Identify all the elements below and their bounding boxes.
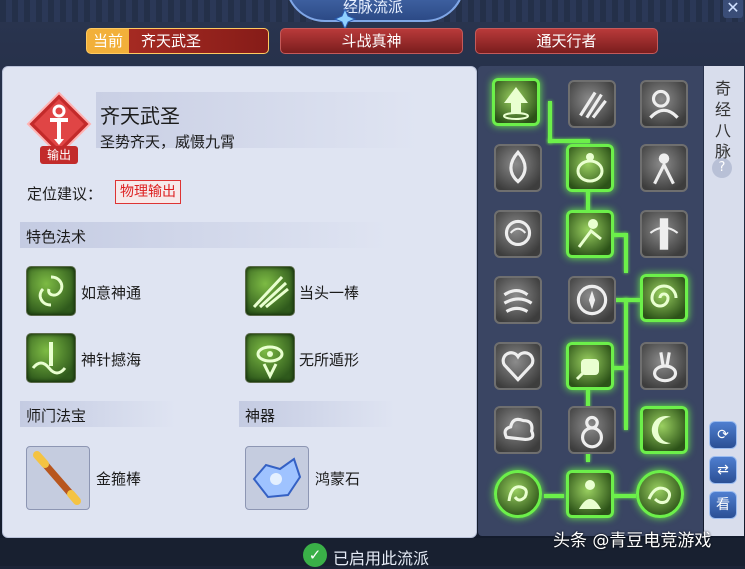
brain-icon[interactable] — [494, 210, 542, 258]
role-tag: 输出 — [40, 146, 78, 164]
school-motto: 圣势齐天，威慑九霄 — [100, 133, 236, 151]
check-icon: ✓ — [303, 543, 327, 567]
tab-current-prefix: 当前 — [92, 32, 123, 50]
footer-status: 已启用此流派 — [333, 549, 430, 568]
eye-icon[interactable] — [245, 333, 295, 383]
treasure-section-title: 师门法宝 — [26, 407, 87, 425]
swap-button[interactable]: ⇄ — [709, 456, 737, 484]
window-title: 经脉流派 — [342, 0, 403, 16]
tab-tongtian[interactable]: 通天行者 — [475, 28, 658, 54]
phoenix-orb-icon[interactable] — [636, 470, 684, 518]
artifact-name: 鸿蒙石 — [315, 470, 361, 488]
school-name: 齐天武圣 — [100, 104, 180, 128]
warrior-icon[interactable] — [566, 210, 614, 258]
tab-label: 齐天武圣 — [141, 32, 202, 50]
pillar-icon[interactable] — [640, 210, 688, 258]
position-value: 物理输出 — [115, 180, 181, 204]
position-label: 定位建议： — [27, 185, 103, 203]
swirl-icon[interactable] — [26, 266, 76, 316]
meridian-link — [548, 101, 552, 143]
flame-icon[interactable] — [494, 144, 542, 192]
skill-name: 神针撼海 — [81, 351, 142, 369]
arrow-up-icon[interactable] — [492, 78, 540, 126]
meridian-link — [624, 298, 628, 368]
stone-icon[interactable] — [245, 446, 309, 510]
meridian-link — [548, 139, 590, 143]
meridian-link — [624, 233, 628, 273]
strike-icon[interactable] — [245, 266, 295, 316]
claw-icon[interactable] — [568, 80, 616, 128]
skill-name: 当头一棒 — [299, 284, 360, 302]
meridian-link — [624, 366, 628, 430]
heart-icon[interactable] — [494, 342, 542, 390]
meridian-link — [586, 190, 590, 210]
rabbit-icon[interactable] — [640, 342, 688, 390]
reset-button[interactable]: ⟳ — [709, 421, 737, 449]
artifact-section-title: 神器 — [245, 407, 276, 425]
treasure-name: 金箍棒 — [96, 470, 142, 488]
pot-icon[interactable] — [566, 144, 614, 192]
spiral-icon[interactable] — [640, 274, 688, 322]
spirit-icon[interactable] — [640, 80, 688, 128]
staff-icon[interactable] — [26, 446, 90, 510]
wind-icon[interactable] — [494, 276, 542, 324]
gourd-icon[interactable] — [568, 406, 616, 454]
watermark: 头条 @青豆电竞游戏 — [553, 531, 712, 551]
shuriken-icon[interactable] — [568, 276, 616, 324]
dragon-orb-icon[interactable] — [494, 470, 542, 518]
wave-icon[interactable] — [26, 333, 76, 383]
skill-name: 如意神通 — [81, 284, 142, 302]
monk-icon[interactable] — [566, 470, 614, 518]
crescent-icon[interactable] — [640, 406, 688, 454]
figure-icon[interactable] — [640, 144, 688, 192]
special-section-title: 特色法术 — [26, 228, 87, 246]
tab-douzhan[interactable]: 斗战真神 — [280, 28, 463, 54]
meridian-link — [612, 494, 636, 498]
skill-name: 无所遁形 — [299, 351, 360, 369]
meridian-link — [544, 494, 564, 498]
close-icon[interactable]: ✕ — [723, 0, 743, 18]
cloud-icon[interactable] — [494, 406, 542, 454]
help-icon[interactable]: ? — [712, 158, 732, 178]
sparkle-icon — [333, 7, 357, 31]
view-button[interactable]: 看 — [709, 491, 737, 519]
fist-icon[interactable] — [566, 342, 614, 390]
meridian-title: 奇经八脉 — [714, 79, 731, 161]
tab-current[interactable]: 当前 齐天武圣 — [86, 28, 269, 54]
